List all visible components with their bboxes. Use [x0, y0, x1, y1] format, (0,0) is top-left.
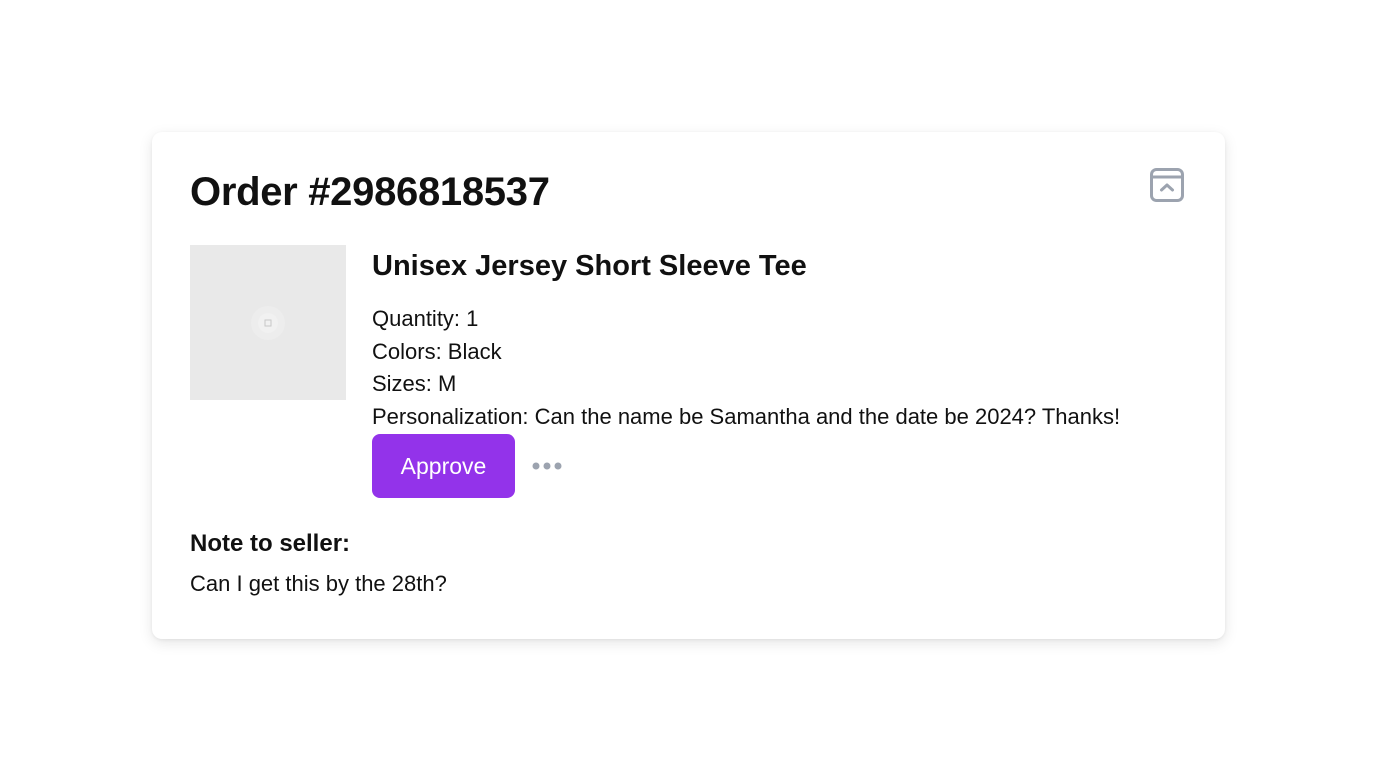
collapse-button[interactable]	[1150, 168, 1184, 202]
attribute-quantity: Quantity: 1	[372, 306, 479, 331]
more-horizontal-icon	[532, 462, 562, 470]
collapse-up-icon	[1150, 168, 1184, 202]
product-name: Unisex Jersey Short Sleeve Tee	[372, 250, 807, 282]
item-actions: Approve	[372, 434, 1120, 498]
attribute-sizes: Sizes: M	[372, 371, 457, 396]
order-title: Order #2986818537	[190, 170, 550, 214]
more-options-button[interactable]	[531, 454, 565, 478]
approve-button[interactable]: Approve	[372, 434, 515, 498]
attribute-colors: Colors: Black	[372, 338, 502, 364]
attribute-personalization: Personalization: Can the name be Samanth…	[372, 403, 1121, 429]
image-placeholder-icon	[251, 306, 285, 340]
item-details: Unisex Jersey Short Sleeve Tee Quantity:…	[372, 246, 1120, 498]
note-label: Note to seller:	[190, 530, 351, 557]
product-thumbnail	[190, 245, 346, 400]
note-text: Can I get this by the 28th?	[190, 571, 447, 596]
order-card: Order #2986818537 Unisex Jersey Short Sl…	[152, 132, 1225, 639]
item-attributes: Quantity: 1 Colors: Black Sizes: M Perso…	[372, 303, 1120, 433]
